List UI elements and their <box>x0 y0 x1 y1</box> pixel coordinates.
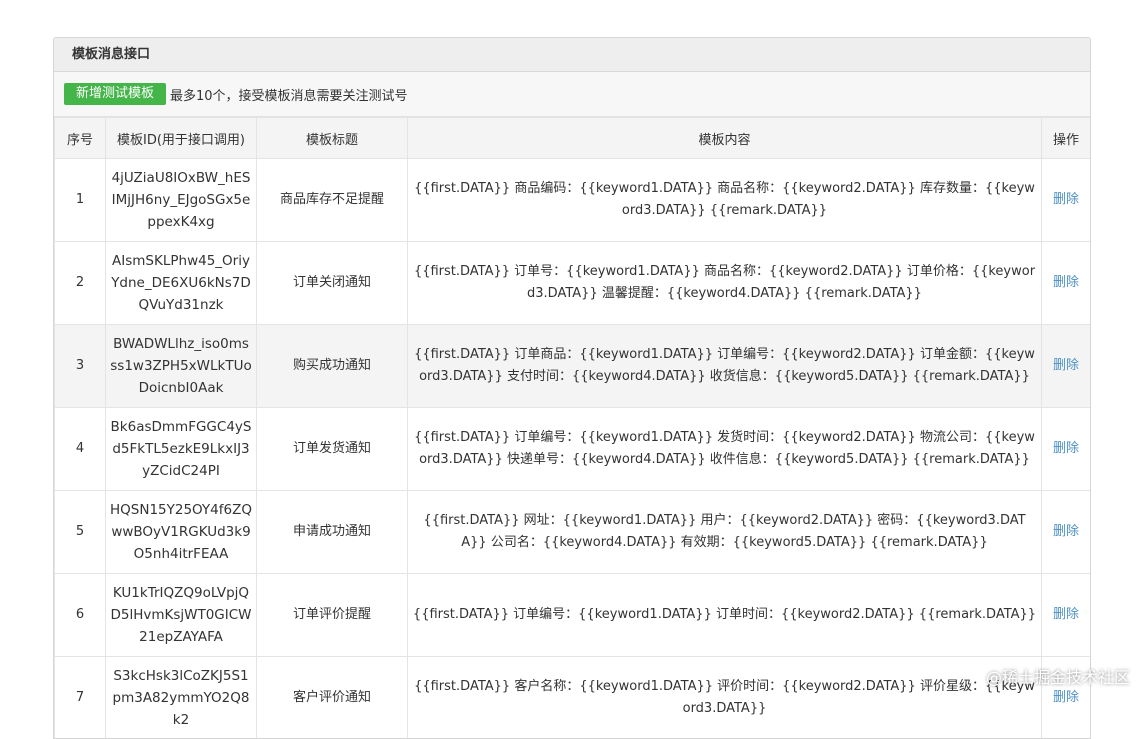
delete-link[interactable]: 删除 <box>1053 275 1079 290</box>
row-template-content: {{first.DATA}} 商品编码：{{keyword1.DATA}} 商品… <box>408 159 1042 242</box>
table-row: 2 AIsmSKLPhw45_OriyYdne_DE6XU6kNs7DQVuYd… <box>55 242 1091 325</box>
row-template-content: {{first.DATA}} 客户名称：{{keyword1.DATA}} 评价… <box>408 657 1042 739</box>
template-limit-note: 最多10个，接受模板消息需要关注测试号 <box>170 85 408 104</box>
row-template-id: KU1kTrIQZQ9oLVpjQD5lHvmKsjWT0GICW21epZAY… <box>106 574 257 657</box>
row-template-title: 购买成功通知 <box>257 325 408 408</box>
delete-link[interactable]: 删除 <box>1053 358 1079 373</box>
table-row: 7 S3kcHsk3lCoZKJ5S1pm3A82ymmYO2Q8k2 客户评价… <box>55 657 1091 739</box>
row-template-content: {{first.DATA}} 订单商品：{{keyword1.DATA}} 订单… <box>408 325 1042 408</box>
row-action-cell: 删除 <box>1042 408 1091 491</box>
header-template-content: 模板内容 <box>408 118 1042 159</box>
row-template-id: AIsmSKLPhw45_OriyYdne_DE6XU6kNs7DQVuYd31… <box>106 242 257 325</box>
row-template-content: {{first.DATA}} 订单编号：{{keyword1.DATA}} 发货… <box>408 408 1042 491</box>
table-row: 6 KU1kTrIQZQ9oLVpjQD5lHvmKsjWT0GICW21epZ… <box>55 574 1091 657</box>
header-action: 操作 <box>1042 118 1091 159</box>
row-action-cell: 删除 <box>1042 574 1091 657</box>
row-num: 3 <box>55 325 106 408</box>
table-header-row: 序号 模板ID(用于接口调用) 模板标题 模板内容 操作 <box>55 118 1091 159</box>
template-table: 序号 模板ID(用于接口调用) 模板标题 模板内容 操作 1 4jUZiaU8I… <box>54 117 1091 739</box>
row-num: 5 <box>55 491 106 574</box>
row-num: 2 <box>55 242 106 325</box>
table-row: 5 HQSN15Y25OY4f6ZQwwBOyV1RGKUd3k9O5nh4it… <box>55 491 1091 574</box>
delete-link[interactable]: 删除 <box>1053 524 1079 539</box>
row-action-cell: 删除 <box>1042 491 1091 574</box>
delete-link[interactable]: 删除 <box>1053 690 1079 705</box>
row-template-title: 申请成功通知 <box>257 491 408 574</box>
panel-title: 模板消息接口 <box>54 38 1090 72</box>
row-template-id: S3kcHsk3lCoZKJ5S1pm3A82ymmYO2Q8k2 <box>106 657 257 739</box>
row-num: 1 <box>55 159 106 242</box>
row-template-content: {{first.DATA}} 订单编号：{{keyword1.DATA}} 订单… <box>408 574 1042 657</box>
row-action-cell: 删除 <box>1042 325 1091 408</box>
row-action-cell: 删除 <box>1042 242 1091 325</box>
template-message-panel: 模板消息接口 新增测试模板 最多10个，接受模板消息需要关注测试号 序号 模板I… <box>53 37 1091 739</box>
row-template-id: BWADWLlhz_iso0msss1w3ZPH5xWLkTUoDoicnbI0… <box>106 325 257 408</box>
row-action-cell: 删除 <box>1042 159 1091 242</box>
watermark: @稀土掘金技术社区 <box>986 664 1130 688</box>
row-template-id: 4jUZiaU8IOxBW_hESIMjJH6ny_EJgoSGx5eppexK… <box>106 159 257 242</box>
row-template-title: 客户评价通知 <box>257 657 408 739</box>
row-template-title: 订单发货通知 <box>257 408 408 491</box>
header-num: 序号 <box>55 118 106 159</box>
delete-link[interactable]: 删除 <box>1053 441 1079 456</box>
row-template-content: {{first.DATA}} 网址：{{keyword1.DATA}} 用户：{… <box>408 491 1042 574</box>
row-template-title: 商品库存不足提醒 <box>257 159 408 242</box>
table-row: 1 4jUZiaU8IOxBW_hESIMjJH6ny_EJgoSGx5eppe… <box>55 159 1091 242</box>
row-template-title: 订单评价提醒 <box>257 574 408 657</box>
row-template-content: {{first.DATA}} 订单号：{{keyword1.DATA}} 商品名… <box>408 242 1042 325</box>
table-row: 3 BWADWLlhz_iso0msss1w3ZPH5xWLkTUoDoicnb… <box>55 325 1091 408</box>
row-num: 6 <box>55 574 106 657</box>
row-num: 4 <box>55 408 106 491</box>
add-test-template-button[interactable]: 新增测试模板 <box>64 83 166 105</box>
header-template-title: 模板标题 <box>257 118 408 159</box>
delete-link[interactable]: 删除 <box>1053 607 1079 622</box>
row-template-title: 订单关闭通知 <box>257 242 408 325</box>
header-template-id: 模板ID(用于接口调用) <box>106 118 257 159</box>
delete-link[interactable]: 删除 <box>1053 192 1079 207</box>
row-template-id: HQSN15Y25OY4f6ZQwwBOyV1RGKUd3k9O5nh4itrF… <box>106 491 257 574</box>
row-template-id: Bk6asDmmFGGC4ySd5FkTL5ezkE9LkxIJ3yZCidC2… <box>106 408 257 491</box>
toolbar: 新增测试模板 最多10个，接受模板消息需要关注测试号 <box>54 72 1090 117</box>
row-num: 7 <box>55 657 106 739</box>
table-row: 4 Bk6asDmmFGGC4ySd5FkTL5ezkE9LkxIJ3yZCid… <box>55 408 1091 491</box>
